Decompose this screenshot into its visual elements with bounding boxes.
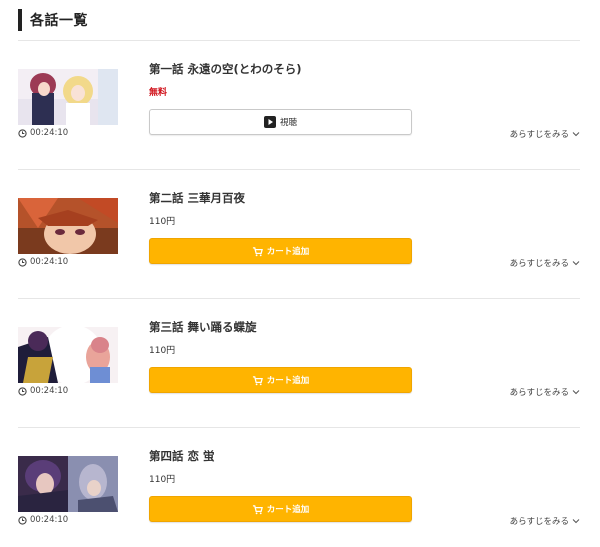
episode-thumbnail[interactable] <box>18 327 118 383</box>
page-title: 各話一覧 <box>30 13 88 29</box>
synopsis-label: あらすじをみる <box>509 517 569 527</box>
duration-text: 00:24:10 <box>30 386 69 396</box>
episode-title[interactable]: 第二話 三華月百夜 <box>149 190 245 206</box>
thumbnail-image <box>18 198 118 254</box>
episode-divider <box>18 169 580 170</box>
cart-icon <box>252 246 263 257</box>
episode-divider <box>18 298 580 299</box>
clock-icon <box>18 386 27 396</box>
header-accent-bar <box>18 9 22 31</box>
synopsis-label: あらすじをみる <box>509 388 569 398</box>
episode-thumbnail[interactable] <box>18 198 118 254</box>
episode-item-2: 第二話 三華月百夜 110円 カート追加 00:24:10 あらすじをみる <box>18 190 580 300</box>
synopsis-toggle[interactable]: あらすじをみる <box>510 257 580 269</box>
episode-thumbnail[interactable] <box>18 69 118 125</box>
thumbnail-image <box>18 456 118 512</box>
clock-icon <box>18 257 27 267</box>
episode-price: 110円 <box>149 475 176 485</box>
episode-item-3: 第三話 舞い踊る蝶旋 110円 カート追加 00:24:10 あらすじをみる <box>18 319 580 429</box>
episode-title[interactable]: 第三話 舞い踊る蝶旋 <box>149 319 257 335</box>
synopsis-toggle[interactable]: あらすじをみる <box>510 515 580 527</box>
chevron-down-icon <box>572 389 580 395</box>
synopsis-label: あらすじをみる <box>509 130 569 140</box>
clock-icon <box>18 128 27 138</box>
add-to-cart-button[interactable]: カート追加 <box>149 367 412 393</box>
synopsis-toggle[interactable]: あらすじをみる <box>510 386 580 398</box>
add-to-cart-label: カート追加 <box>266 247 310 257</box>
thumbnail-image <box>18 327 118 383</box>
chevron-down-icon <box>572 131 580 137</box>
episode-duration: 00:24:10 <box>18 128 68 138</box>
episode-price: 110円 <box>149 346 176 356</box>
episode-duration: 00:24:10 <box>18 515 68 525</box>
watch-button-label: 視聴 <box>279 118 297 128</box>
episode-price: 無料 <box>149 88 168 98</box>
episode-item-1: 第一話 永遠の空(とわのそら) 無料 視聴 00:24:10 あらすじをみる <box>18 61 580 171</box>
cart-icon <box>252 375 263 386</box>
synopsis-toggle[interactable]: あらすじをみる <box>510 128 580 140</box>
episode-divider <box>18 427 580 428</box>
duration-text: 00:24:10 <box>30 257 69 267</box>
play-icon <box>263 116 276 128</box>
episode-duration: 00:24:10 <box>18 257 68 267</box>
chevron-down-icon <box>572 518 580 524</box>
add-to-cart-button[interactable]: カート追加 <box>149 238 412 264</box>
chevron-down-icon <box>572 260 580 266</box>
thumbnail-image <box>18 69 118 125</box>
episode-title[interactable]: 第四話 恋 蛍 <box>149 448 215 464</box>
episode-item-4: 第四話 恋 蛍 110円 カート追加 00:24:10 あらすじをみる <box>18 448 580 547</box>
episode-thumbnail[interactable] <box>18 456 118 512</box>
synopsis-label: あらすじをみる <box>509 259 569 269</box>
episode-duration: 00:24:10 <box>18 386 68 396</box>
episode-price: 110円 <box>149 217 176 227</box>
duration-text: 00:24:10 <box>30 515 69 525</box>
episode-title[interactable]: 第一話 永遠の空(とわのそら) <box>149 61 302 77</box>
watch-button[interactable]: 視聴 <box>149 109 412 135</box>
add-to-cart-button[interactable]: カート追加 <box>149 496 412 522</box>
add-to-cart-label: カート追加 <box>266 505 310 515</box>
add-to-cart-label: カート追加 <box>266 376 310 386</box>
header-divider <box>18 40 580 41</box>
section-header: 各話一覧 <box>18 9 88 31</box>
clock-icon <box>18 515 27 525</box>
cart-icon <box>252 504 263 515</box>
duration-text: 00:24:10 <box>30 128 69 138</box>
